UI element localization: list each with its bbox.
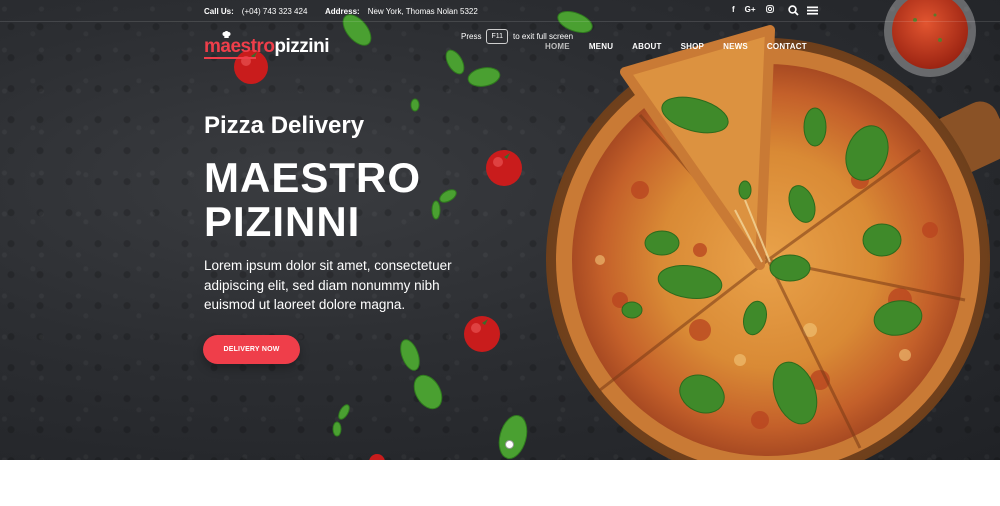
nav-item-contact[interactable]: CONTACT xyxy=(767,42,807,51)
nav-item-menu[interactable]: MENU xyxy=(589,42,613,51)
search-icon[interactable] xyxy=(788,5,799,18)
mouse-cursor xyxy=(505,440,514,449)
tip-text-after: to exit full screen xyxy=(513,32,574,41)
call-label: Call Us: xyxy=(204,7,234,16)
address-label: Address: xyxy=(325,7,360,16)
logo-underline xyxy=(204,57,256,59)
nav-item-about[interactable]: ABOUT xyxy=(632,42,661,51)
hero-title: MAESTRO PIZINNI xyxy=(204,156,421,244)
hero-title-line-1: MAESTRO xyxy=(204,154,421,201)
social-links: f G+ xyxy=(732,5,774,15)
hero-section: Call Us: (+04) 743 323 424 Address: New Yo… xyxy=(0,0,1000,460)
nav-item-shop[interactable]: SHOP xyxy=(681,42,704,51)
delivery-now-button[interactable]: DELIVERY NOW xyxy=(203,335,300,364)
top-bar: Call Us: (+04) 743 323 424 Address: New Yo… xyxy=(0,0,1000,22)
call-value[interactable]: (+04) 743 323 424 xyxy=(242,7,308,16)
site-logo[interactable]: maestropizzini xyxy=(204,31,329,59)
google-plus-icon[interactable]: G+ xyxy=(745,5,756,15)
nav-item-news[interactable]: NEWS xyxy=(723,42,748,51)
contact-phone: Call Us: (+04) 743 323 424 xyxy=(204,7,307,16)
logo-text-primary: maestro xyxy=(204,36,275,57)
header-tools xyxy=(788,5,818,18)
logo-text-secondary: pizzini xyxy=(274,36,329,57)
chef-hat-icon xyxy=(222,31,231,38)
nav-item-home[interactable]: HOME xyxy=(545,42,570,51)
f11-key: F11 xyxy=(486,29,508,44)
menu-icon[interactable] xyxy=(807,5,818,18)
hero-description: Lorem ipsum dolor sit amet, consectetuer… xyxy=(204,258,452,312)
pizza-image xyxy=(234,0,1000,460)
hero-kicker: Pizza Delivery xyxy=(204,112,365,139)
contact-address: Address: New York, Thomas Nolan 5322 xyxy=(325,7,478,16)
hero-title-line-2: PIZINNI xyxy=(204,198,361,245)
below-fold-area xyxy=(0,460,1000,506)
main-nav: HOME MENU ABOUT SHOP NEWS CONTACT xyxy=(545,42,807,51)
address-value: New York, Thomas Nolan 5322 xyxy=(367,7,478,16)
facebook-icon[interactable]: f xyxy=(732,5,735,15)
instagram-icon[interactable] xyxy=(765,5,774,15)
tip-text-before: Press xyxy=(461,32,482,41)
